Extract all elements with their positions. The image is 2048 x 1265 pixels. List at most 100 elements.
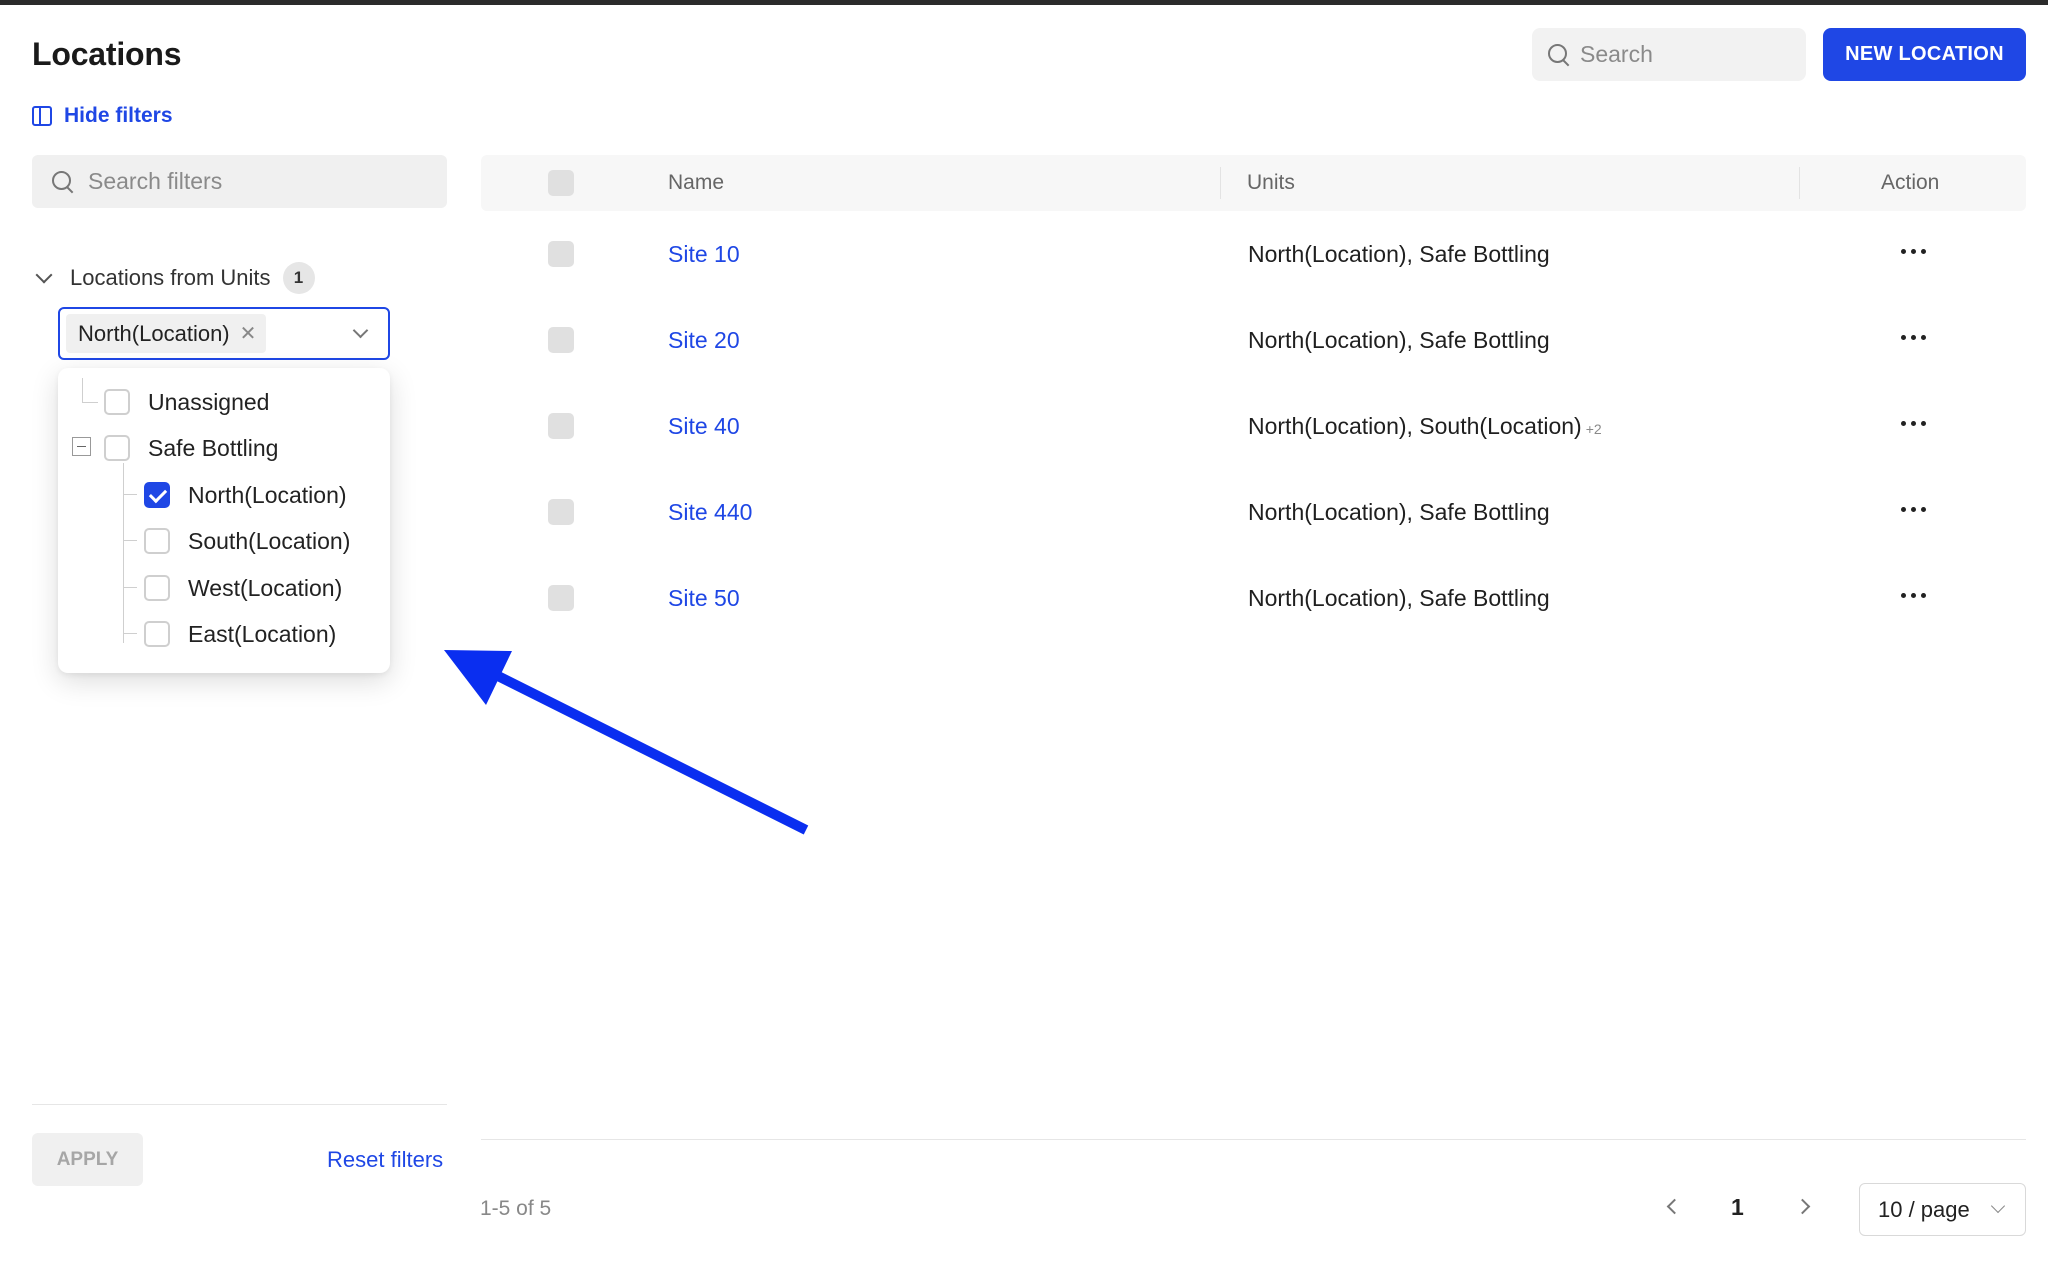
column-separator [1220,167,1221,199]
checkbox[interactable] [144,528,170,554]
collapse-minus-icon[interactable] [72,437,91,456]
more-horizontal-icon[interactable] [1901,507,1926,512]
row-checkbox[interactable] [548,499,574,525]
chevron-down-icon[interactable] [352,322,369,339]
tree-option-label: East(Location) [188,620,337,647]
annotation-arrow-head [444,650,512,705]
table-header: Name Units Action [481,155,2026,211]
tree-line [82,402,98,403]
locations-table: Name Units Action Site 10 North(Location… [481,155,2026,641]
selected-tag: North(Location) ✕ [66,314,267,353]
column-header-name[interactable]: Name [668,155,724,211]
tree-line [123,587,137,588]
search-icon [52,170,74,193]
reset-filters-link[interactable]: Reset filters [327,1147,443,1173]
filter-group-label: Locations from Units [70,265,271,290]
row-name-link[interactable]: Site 40 [668,413,740,440]
row-name-link[interactable]: Site 440 [668,499,752,526]
chevron-left-icon[interactable] [1666,1198,1683,1215]
row-units: North(Location), Safe Bottling [1248,241,1554,268]
pagination-current-page[interactable]: 1 [1731,1194,1744,1221]
search-input[interactable] [1580,41,1780,68]
row-units-text: North(Location), Safe Bottling [1248,241,1550,267]
tree-option-label: Unassigned [148,388,270,415]
row-name-link[interactable]: Site 50 [668,585,740,612]
row-checkbox[interactable] [548,241,574,267]
new-location-button[interactable]: NEW LOCATION [1823,28,2026,81]
table-row: Site 40 North(Location), South(Location)… [481,383,2026,469]
tree-line [123,633,137,634]
tree-option-east[interactable]: East(Location) [144,619,336,649]
tree-option-label: West(Location) [188,574,343,601]
checkbox[interactable] [104,389,130,415]
filter-count-badge: 1 [282,262,315,294]
hide-filters-toggle[interactable]: Hide filters [32,104,173,128]
row-name-link[interactable]: Site 20 [668,327,740,354]
row-checkbox[interactable] [548,585,574,611]
row-units: North(Location), Safe Bottling [1248,585,1554,612]
tree-dropdown: Unassigned Safe Bottling North(Location)… [58,368,390,673]
annotation-arrow-shaft [487,667,809,835]
top-border [0,0,2048,5]
close-icon[interactable]: ✕ [240,321,257,346]
row-units: North(Location), Safe Bottling [1248,499,1554,526]
row-units-text: North(Location), Safe Bottling [1248,585,1550,611]
filter-search-input[interactable] [88,168,408,195]
row-checkbox[interactable] [548,327,574,353]
checkbox[interactable] [144,621,170,647]
more-horizontal-icon[interactable] [1901,421,1926,426]
table-row: Site 440 North(Location), Safe Bottling [481,469,2026,555]
pagination-info: 1-5 of 5 [480,1197,552,1220]
row-checkbox[interactable] [548,413,574,439]
locations-tree-select[interactable]: North(Location) ✕ [58,307,390,360]
more-horizontal-icon[interactable] [1901,249,1926,254]
row-units: North(Location), South(Location) +2 [1248,413,1602,440]
selected-tag-label: North(Location) [78,320,230,346]
filter-search[interactable] [32,155,447,208]
chevron-down-icon [1990,1198,2006,1214]
row-units: North(Location), Safe Bottling [1248,327,1554,354]
row-name-link[interactable]: Site 10 [668,241,740,268]
checkbox-checked[interactable] [144,482,170,508]
table-row: Site 50 North(Location), Safe Bottling [481,555,2026,641]
more-horizontal-icon[interactable] [1901,335,1926,340]
more-horizontal-icon[interactable] [1901,593,1926,598]
divider [481,1139,2026,1140]
page-size-select[interactable]: 10 / page [1859,1183,2026,1236]
tree-option-label: North(Location) [188,481,347,508]
tree-option-label: South(Location) [188,527,351,554]
select-all-checkbox[interactable] [548,170,574,196]
header-search[interactable] [1532,28,1806,81]
page-title: Locations [32,36,182,72]
checkbox[interactable] [104,435,130,461]
chevron-right-icon[interactable] [1794,1198,1811,1215]
tree-line [123,463,124,643]
table-row: Site 10 North(Location), Safe Bottling [481,211,2026,297]
column-header-action: Action [1881,171,1940,194]
tree-option-north[interactable]: North(Location) [144,480,347,510]
page-size-value: 10 / page [1878,1196,1970,1222]
tree-option-label: Safe Bottling [148,434,279,461]
sidebar-panel-icon [32,106,52,126]
filter-group-header[interactable]: Locations from Units 1 [32,262,315,294]
tree-option-south[interactable]: South(Location) [144,526,350,556]
hide-filters-label: Hide filters [64,104,173,127]
tree-option-safe-bottling[interactable]: Safe Bottling [104,433,278,463]
column-separator [1799,167,1800,199]
chevron-down-icon [35,266,53,284]
tree-line [82,378,83,402]
apply-button[interactable]: APPLY [32,1133,143,1186]
column-header-units[interactable]: Units [1247,155,1295,211]
tree-option-unassigned[interactable]: Unassigned [104,387,269,417]
row-units-text: North(Location), Safe Bottling [1248,499,1550,525]
checkbox[interactable] [144,575,170,601]
divider [32,1104,447,1105]
tree-line [123,494,137,495]
row-units-text: North(Location), Safe Bottling [1248,327,1550,353]
tree-line [123,540,137,541]
search-icon [1548,43,1570,66]
tree-option-west[interactable]: West(Location) [144,573,342,603]
row-units-text: North(Location), South(Location) [1248,413,1582,439]
table-row: Site 20 North(Location), Safe Bottling [481,297,2026,383]
row-units-more[interactable]: +2 [1586,421,1602,437]
